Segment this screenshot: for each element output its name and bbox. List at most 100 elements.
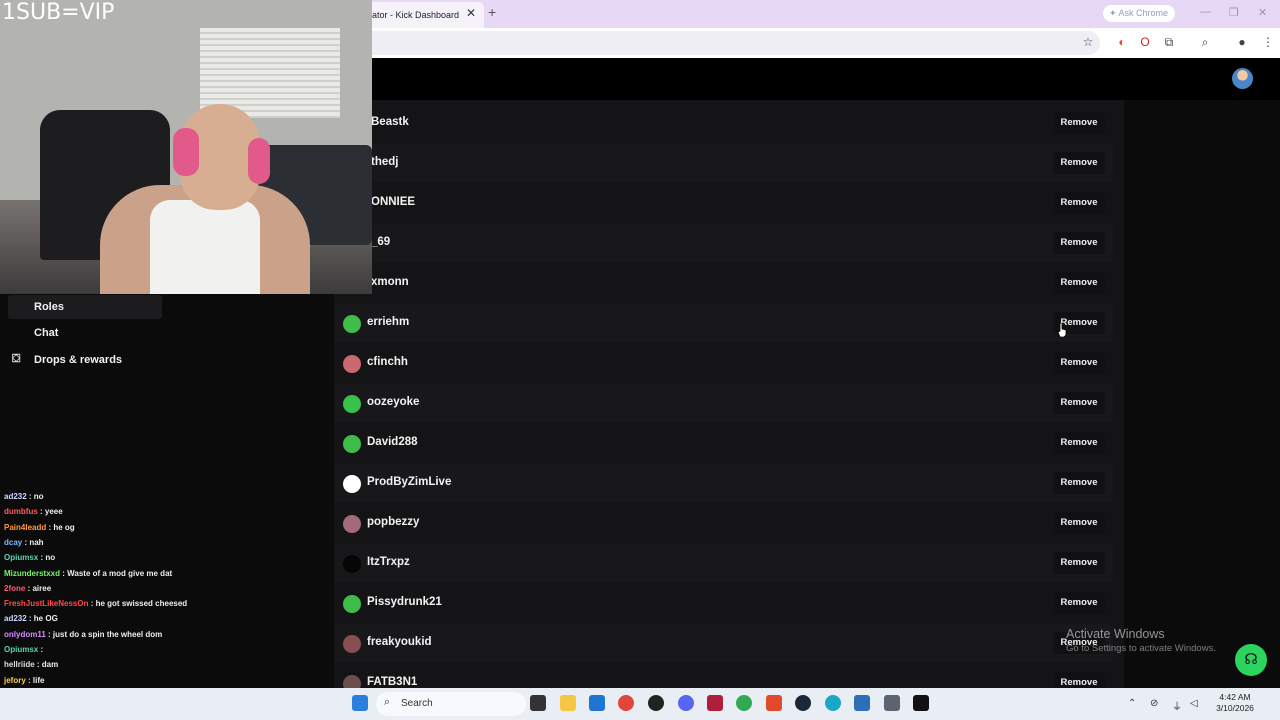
chat-username[interactable]: Opiumsx xyxy=(4,553,38,562)
username[interactable]: erriehm xyxy=(367,316,409,328)
remove-button[interactable]: Remove xyxy=(1053,112,1105,134)
username[interactable]: Beastk xyxy=(371,116,409,128)
chat-username[interactable]: ad232 xyxy=(4,492,27,501)
tray-chevron-icon[interactable]: ⌃ xyxy=(1128,698,1136,709)
username[interactable]: xmonn xyxy=(371,276,409,288)
table-row: _69 Remove xyxy=(335,224,1113,262)
remove-button[interactable]: Remove xyxy=(1053,592,1105,614)
terminal-icon[interactable] xyxy=(913,695,929,711)
headphone-right xyxy=(248,138,270,184)
windows-start-icon[interactable] xyxy=(352,695,368,711)
chat-username[interactable]: Pain4leadd xyxy=(4,523,46,532)
chat-message: dumbfus : yeee xyxy=(4,507,63,516)
task-view-icon[interactable] xyxy=(530,695,546,711)
extension-icon[interactable]: ◐ xyxy=(1114,34,1130,50)
new-tab-icon[interactable]: + xyxy=(488,4,496,20)
username[interactable]: thedj xyxy=(371,156,398,168)
volume-icon[interactable]: ◁ xyxy=(1190,698,1198,709)
app3-icon[interactable] xyxy=(854,695,870,711)
remove-button[interactable]: Remove xyxy=(1053,352,1105,374)
extensions-puzzle-icon[interactable]: ⧉ xyxy=(1161,34,1177,50)
chat-username[interactable]: 2fone xyxy=(4,584,25,593)
ask-chrome-label: Ask Chrome xyxy=(1118,8,1169,18)
chat-username[interactable]: Opiumsx xyxy=(4,645,38,654)
tab-title: ator - Kick Dashboard xyxy=(372,10,460,20)
username[interactable]: ItzTrxpz xyxy=(367,556,410,568)
chrome-profile-icon[interactable] xyxy=(736,695,752,711)
chat-username[interactable]: jefory xyxy=(4,676,26,685)
adobe-icon[interactable] xyxy=(707,695,723,711)
username[interactable]: ProdByZimLive xyxy=(367,476,451,488)
maximize-icon[interactable]: ❐ xyxy=(1229,6,1239,19)
app-icon[interactable] xyxy=(648,695,664,711)
chat-username[interactable]: dumbfus xyxy=(4,507,38,516)
remove-button[interactable]: Remove xyxy=(1053,392,1105,414)
microphone-icon[interactable]: ⏚ xyxy=(1172,698,1182,713)
opera-extension-icon[interactable]: O xyxy=(1137,34,1153,50)
tab-close-icon[interactable]: ✕ xyxy=(466,6,476,20)
chat-username[interactable]: hellriide xyxy=(4,660,35,669)
chat-username[interactable]: ad232 xyxy=(4,614,27,623)
remove-button[interactable]: Remove xyxy=(1053,192,1105,214)
clock-time: 4:42 AM xyxy=(1219,692,1251,702)
sidebar-item-drops-rewards[interactable]: ⛋ Drops & rewards xyxy=(8,348,162,372)
app2-icon[interactable] xyxy=(766,695,782,711)
app4-icon[interactable] xyxy=(884,695,900,711)
chat-message: hellriide : dam xyxy=(4,660,58,669)
taskbar-search[interactable]: ⌕ Search xyxy=(376,692,526,716)
table-row: Beastk Remove xyxy=(335,104,1113,142)
remove-button[interactable]: Remove xyxy=(1053,272,1105,294)
store-icon[interactable] xyxy=(589,695,605,711)
minimize-icon[interactable]: — xyxy=(1200,6,1211,18)
remove-button[interactable]: Remove xyxy=(1053,512,1105,534)
menu-dots-icon[interactable]: ⋮ xyxy=(1260,34,1276,50)
user-avatar[interactable] xyxy=(1232,68,1253,89)
username[interactable]: oozeyoke xyxy=(367,396,419,408)
remove-button[interactable]: Remove xyxy=(1053,432,1105,454)
user-avatar-icon xyxy=(343,475,361,493)
remove-button[interactable]: Remove xyxy=(1053,472,1105,494)
sidebar-item-chat[interactable]: Chat xyxy=(8,321,162,345)
username[interactable]: David288 xyxy=(367,436,418,448)
username[interactable]: Pissydrunk21 xyxy=(367,596,442,608)
chat-message: ad232 : he OG xyxy=(4,614,58,623)
chat-username[interactable]: onlydom11 xyxy=(4,630,46,639)
ask-chrome-button[interactable]: ✦ Ask Chrome xyxy=(1103,5,1175,22)
remove-button[interactable]: Remove xyxy=(1053,152,1105,174)
search-icon: ⌕ xyxy=(384,696,391,708)
bookmark-star-icon[interactable]: ☆ xyxy=(1080,34,1096,50)
sidebar-item-roles[interactable]: Roles xyxy=(8,295,162,319)
remove-button[interactable]: Remove xyxy=(1053,232,1105,254)
chat-message: Opiumsx : xyxy=(4,645,43,654)
network-icon[interactable]: ⊘ xyxy=(1150,698,1158,709)
chrome-icon[interactable] xyxy=(618,695,634,711)
profile-icon[interactable]: ● xyxy=(1234,34,1250,50)
file-explorer-icon[interactable] xyxy=(560,695,576,711)
chat-text: : no xyxy=(26,492,44,501)
sidebar-item-label: Chat xyxy=(34,327,59,339)
tab-search-icon[interactable]: ⌕ xyxy=(1197,34,1213,50)
steam-icon[interactable] xyxy=(795,695,811,711)
edge-icon[interactable] xyxy=(825,695,841,711)
discord-icon[interactable] xyxy=(678,695,694,711)
chat-message: Opiumsx : no xyxy=(4,553,55,562)
username[interactable]: popbezzy xyxy=(367,516,419,528)
table-row: Pissydrunk21 Remove xyxy=(335,584,1113,622)
chat-username[interactable]: Mizunderstxxd xyxy=(4,569,60,578)
close-window-icon[interactable]: ✕ xyxy=(1258,6,1267,19)
table-row: ItzTrxpz Remove xyxy=(335,544,1113,582)
help-chat-button[interactable]: ☊ xyxy=(1235,644,1267,676)
remove-button[interactable]: Remove xyxy=(1053,552,1105,574)
username[interactable]: _69 xyxy=(371,236,390,248)
chat-text: : he got swissed cheesed xyxy=(88,599,188,609)
chat-text: : just do a spin the wheel dom xyxy=(45,629,163,639)
username[interactable]: FATB3N1 xyxy=(367,676,417,688)
chat-username[interactable]: dcay xyxy=(4,538,22,547)
username[interactable]: cfinchh xyxy=(367,356,408,368)
user-avatar-icon xyxy=(343,355,361,373)
windows-taskbar xyxy=(0,688,1280,720)
username[interactable]: freakyoukid xyxy=(367,636,432,648)
taskbar-clock[interactable]: 4:42 AM 3/10/2026 xyxy=(1200,692,1270,714)
chat-username[interactable]: FreshJustLikeNessOn xyxy=(4,599,88,608)
username[interactable]: ONNIEE xyxy=(371,196,415,208)
